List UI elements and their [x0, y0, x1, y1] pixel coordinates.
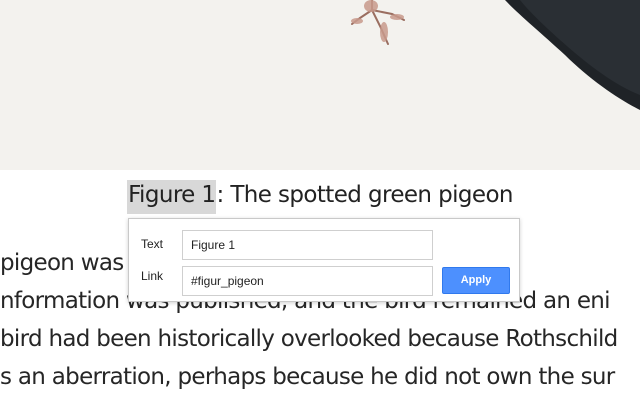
text-field-label: Text	[141, 237, 164, 251]
bird-illustration	[0, 0, 640, 170]
caption-text: : The spotted green pigeon	[216, 182, 513, 208]
selected-figure-label[interactable]: Figure 1	[127, 180, 217, 214]
link-text-input[interactable]	[182, 230, 433, 260]
link-url-input[interactable]	[182, 266, 433, 296]
link-popover: Text Link Apply	[128, 218, 520, 302]
apply-button[interactable]: Apply	[442, 267, 510, 294]
body-line: s an aberration, perhaps because he did …	[0, 364, 615, 390]
figure-caption: Figure 1: The spotted green pigeon	[0, 180, 640, 214]
body-line: bird had been historically overlooked be…	[0, 326, 618, 352]
link-field-label: Link	[141, 269, 164, 283]
bird-illustration-art	[0, 0, 640, 170]
